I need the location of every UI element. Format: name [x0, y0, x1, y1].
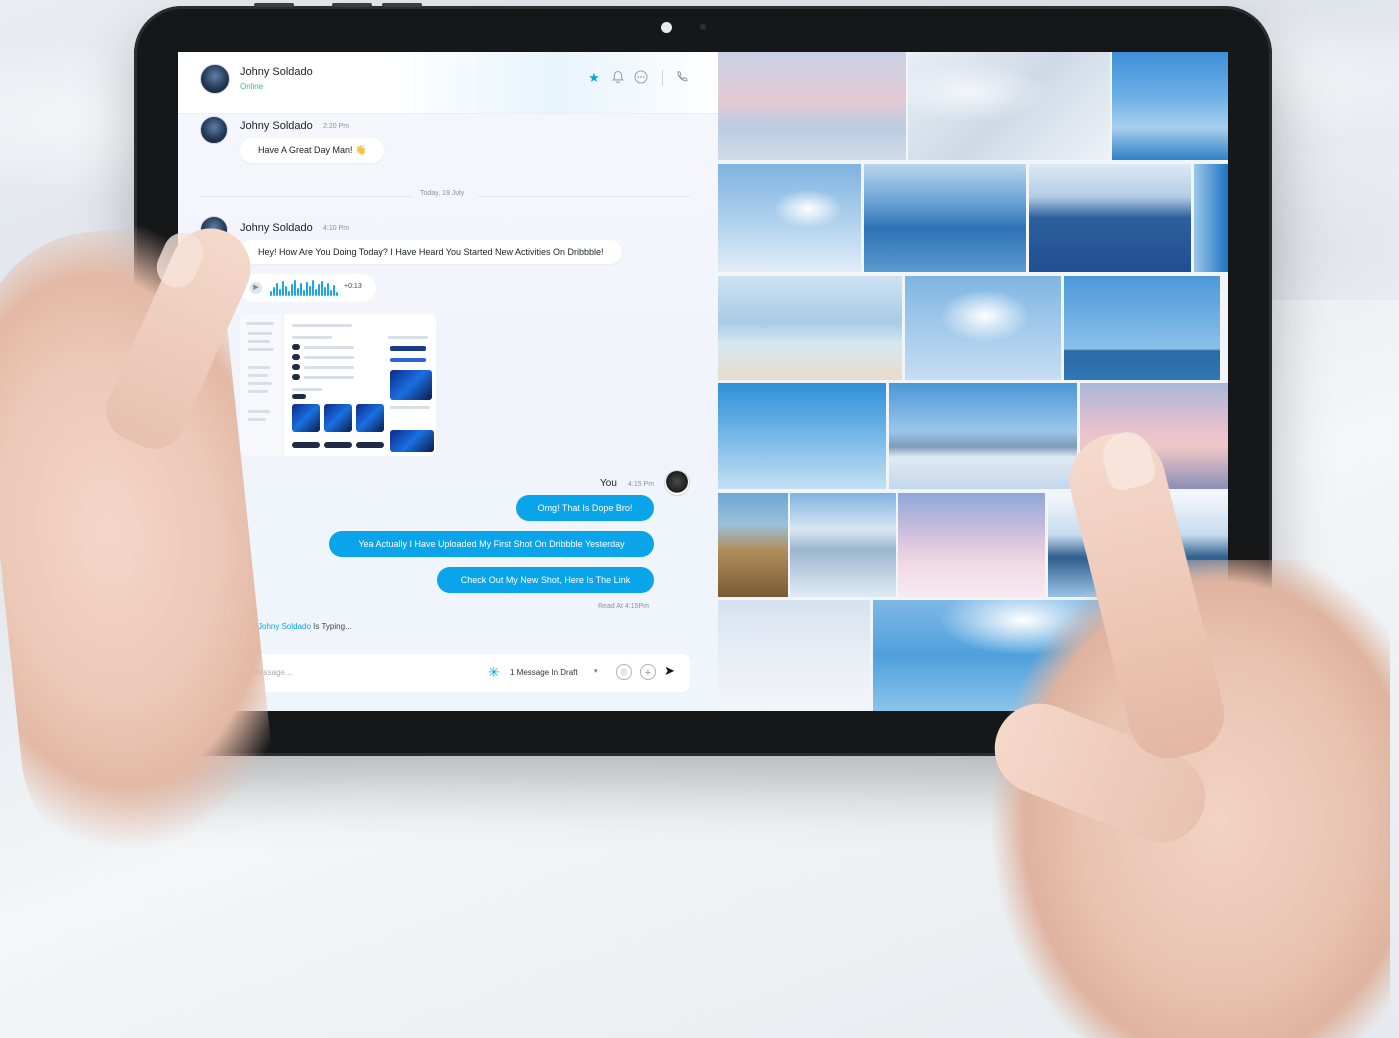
- sender-name: You: [600, 478, 617, 489]
- phone-icon[interactable]: [674, 70, 690, 86]
- add-icon[interactable]: +: [640, 664, 656, 680]
- read-receipt: Read At 4:15Pm: [598, 603, 649, 610]
- gallery-photo[interactable]: [718, 164, 861, 272]
- gallery-photo[interactable]: [889, 383, 1077, 489]
- send-icon[interactable]: ➤: [664, 663, 675, 679]
- gallery-photo[interactable]: [718, 276, 902, 380]
- gallery-photo[interactable]: [898, 493, 1045, 597]
- chat-panel: Johny Soldado Online ★ Johny Soldado 2:2…: [178, 52, 718, 711]
- message-time: 4:10 Pm: [323, 225, 350, 232]
- star-icon[interactable]: ★: [586, 70, 602, 86]
- gallery-photo[interactable]: [1029, 164, 1191, 272]
- incoming-message: Have A Great Day Man! 👋: [240, 138, 385, 163]
- date-divider-line: [200, 196, 412, 197]
- voice-duration: +0:13: [344, 283, 362, 290]
- more-icon[interactable]: [633, 70, 649, 86]
- gallery-photo[interactable]: [718, 493, 788, 597]
- incoming-message: Hey! How Are You Doing Today? I Have Hea…: [240, 240, 622, 264]
- gallery-photo[interactable]: [718, 52, 906, 160]
- gallery-photo[interactable]: [1064, 276, 1220, 380]
- date-divider-line: [478, 196, 690, 197]
- contact-status: Online: [240, 82, 264, 91]
- gallery-photo[interactable]: [1194, 164, 1228, 272]
- avatar[interactable]: [200, 64, 230, 94]
- draft-count[interactable]: 1 Message In Draft: [510, 668, 578, 677]
- chevron-down-icon[interactable]: ▾: [594, 667, 598, 675]
- chat-header: Johny Soldado Online ★: [178, 52, 718, 114]
- front-camera: [661, 22, 672, 33]
- outgoing-message: Yea Actually I Have Uploaded My First Sh…: [329, 531, 654, 557]
- shot-sidebar: [240, 314, 284, 456]
- location-icon[interactable]: ⌾: [616, 664, 632, 680]
- gallery-photo[interactable]: [790, 493, 896, 597]
- bell-icon[interactable]: [610, 70, 626, 86]
- message-time: 2:20 Pm: [323, 123, 350, 130]
- outgoing-message: Check Out My New Shot, Here Is The Link: [437, 567, 654, 593]
- header-divider: [662, 70, 663, 86]
- voice-message[interactable]: ▶ +0:13: [240, 274, 376, 302]
- message-composer: Your Message... ✳ 1 Message In Draft ▾ ⌾…: [200, 654, 690, 692]
- sender-name: Johny Soldado: [240, 120, 313, 132]
- shared-shot-image[interactable]: [240, 314, 436, 456]
- typing-text: Is Typing...: [310, 622, 352, 631]
- gallery-photo[interactable]: [908, 52, 1110, 160]
- volume-button: [254, 3, 294, 7]
- avatar[interactable]: [200, 116, 228, 144]
- gallery-photo[interactable]: [718, 383, 886, 489]
- waveform: [270, 280, 340, 296]
- gallery-photo[interactable]: [864, 164, 1026, 272]
- sensor: [700, 24, 706, 30]
- contact-name: Johny Soldado: [240, 66, 313, 78]
- typing-indicator: Johny Soldado Is Typing...: [258, 622, 352, 631]
- gallery-photo[interactable]: [718, 600, 870, 711]
- sender-name: Johny Soldado: [240, 222, 313, 234]
- gallery-photo[interactable]: [905, 276, 1061, 380]
- power-button: [382, 3, 422, 7]
- my-avatar[interactable]: [664, 470, 690, 496]
- gallery-photo[interactable]: [1112, 52, 1228, 160]
- volume-button: [332, 3, 372, 7]
- typing-user: Johny Soldado: [258, 622, 311, 631]
- play-icon[interactable]: ▶: [250, 282, 262, 294]
- outgoing-message: Omg! That Is Dope Bro!: [516, 495, 654, 521]
- loading-icon: ✳: [488, 664, 500, 680]
- message-time: 4:15 Pm: [628, 481, 655, 488]
- date-divider: Today, 19 July: [420, 190, 465, 197]
